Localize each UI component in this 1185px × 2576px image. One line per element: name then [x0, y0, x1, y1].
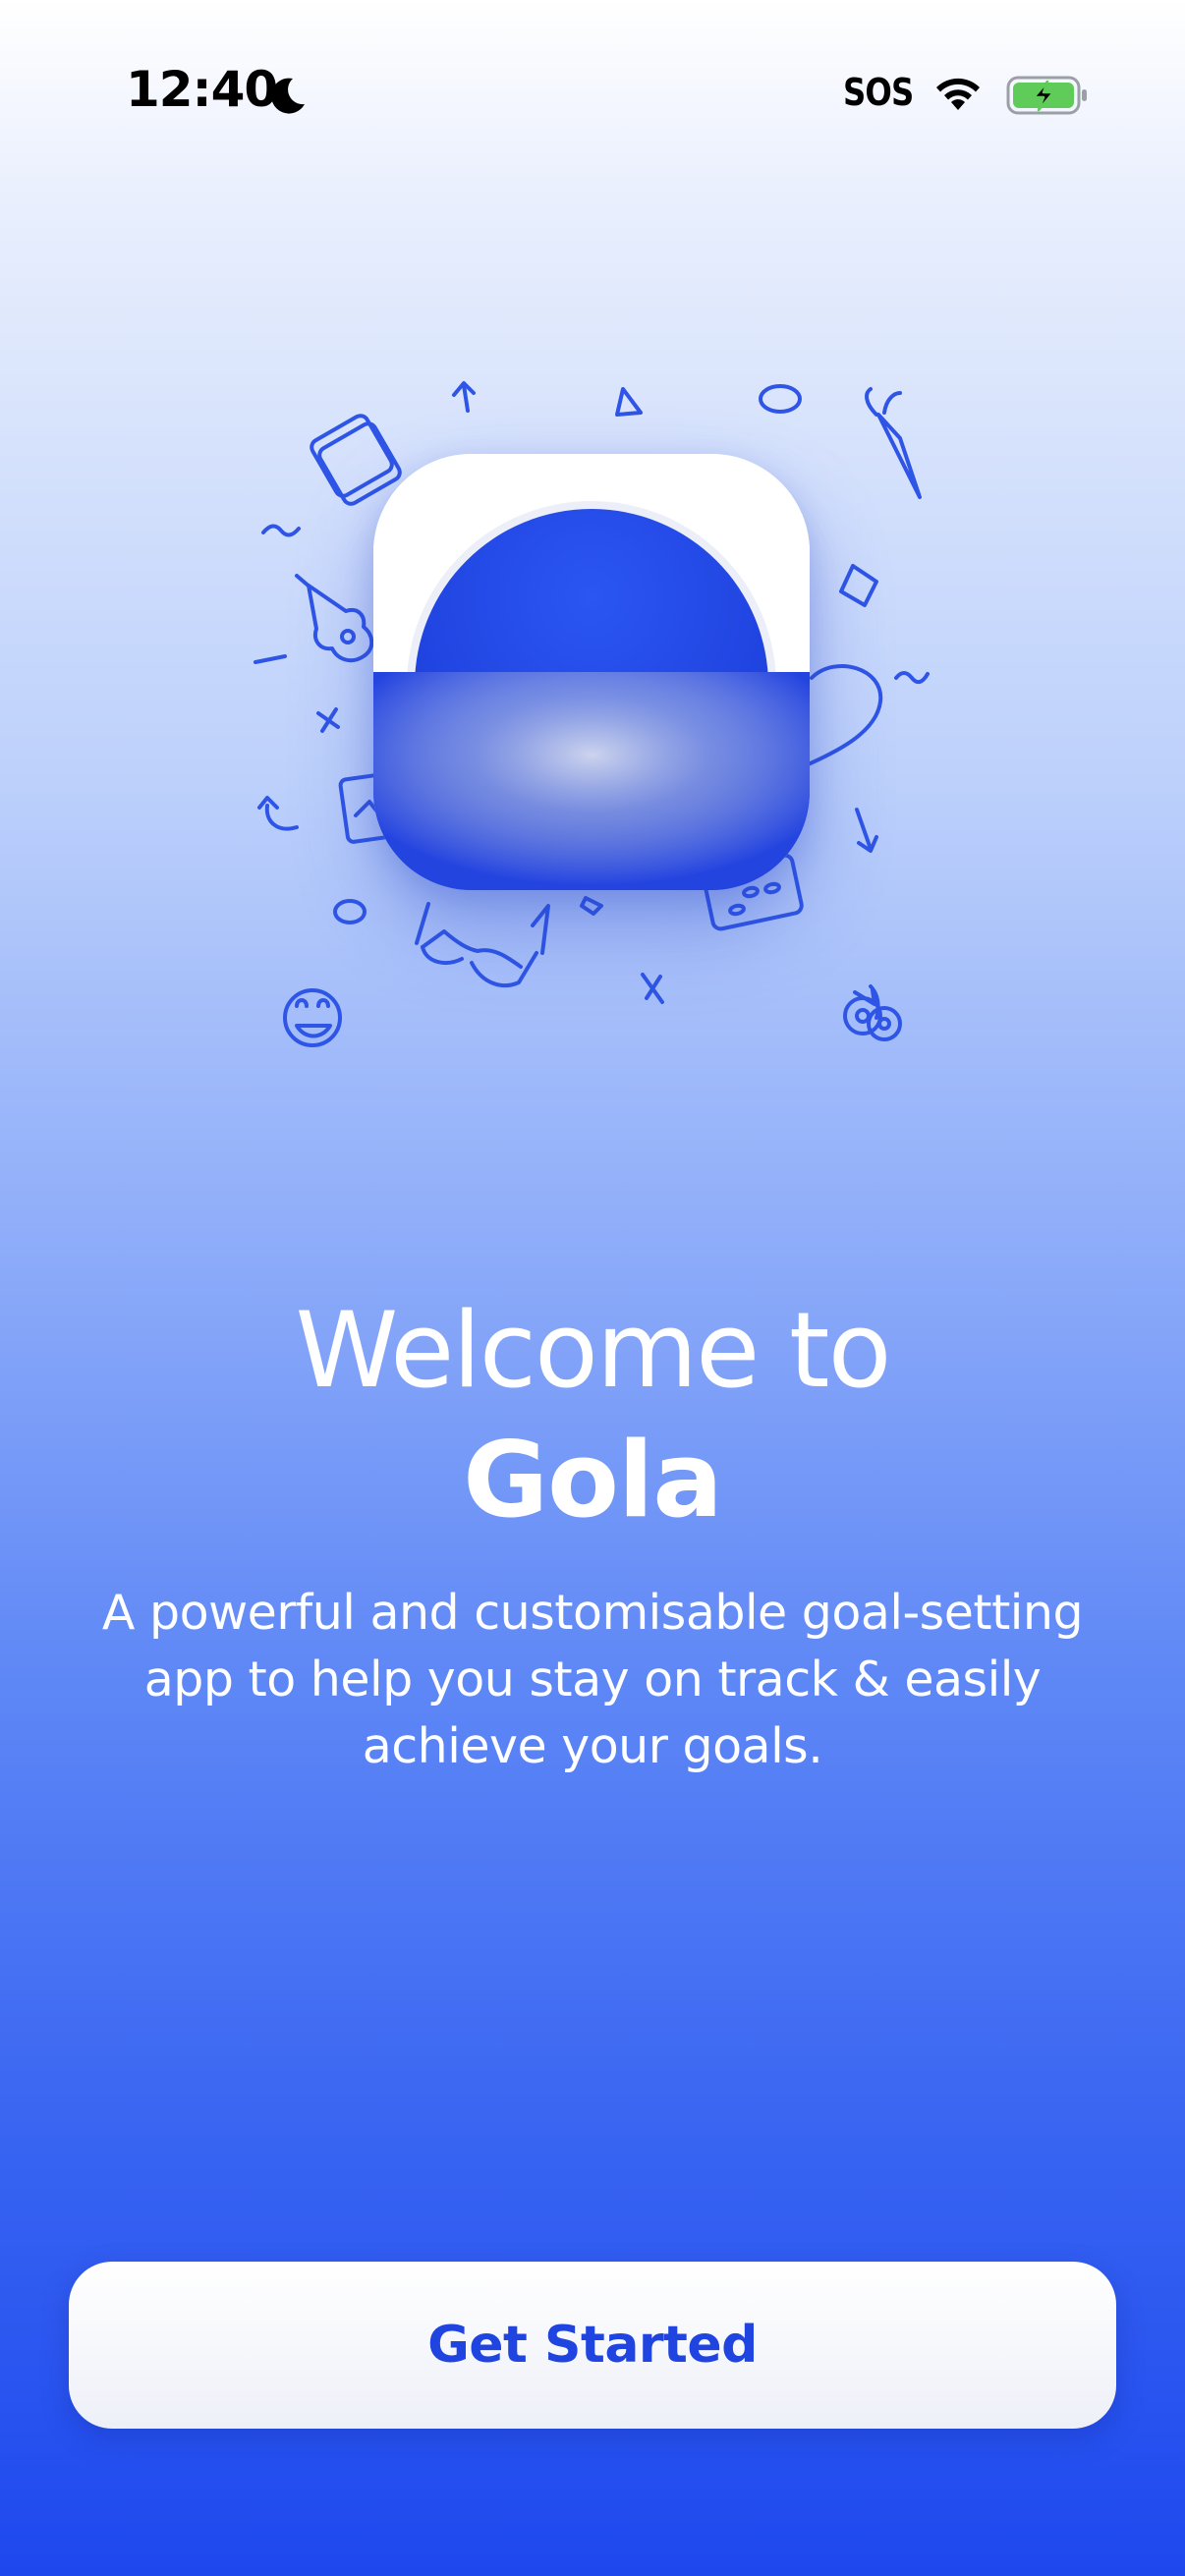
sos-label: SOS	[843, 71, 914, 114]
wifi-icon	[936, 78, 980, 110]
smiley-icon	[283, 988, 342, 1047]
curved-arrow-icon	[257, 796, 299, 831]
status-time: 12:40	[126, 61, 278, 118]
app-description: A powerful and customisable goal-setting…	[101, 1585, 1084, 1774]
gola-app-icon	[373, 454, 810, 890]
status-bar: 12:40 SOS	[0, 0, 1185, 196]
guitar-icon	[295, 574, 374, 663]
triangle-icon	[615, 387, 643, 417]
app-icon-artwork	[373, 454, 810, 890]
hero-illustration	[236, 354, 949, 1061]
moon-icon	[271, 78, 305, 114]
welcome-title: Welcome to	[295, 1290, 892, 1411]
squiggle-icon	[261, 524, 301, 537]
small-oval-icon	[333, 899, 367, 924]
diamond-icon	[839, 564, 878, 607]
squiggle-icon	[894, 671, 930, 685]
cross-icon	[316, 707, 340, 733]
arrow-up-icon	[452, 381, 476, 413]
small-diamond-icon	[580, 896, 603, 916]
cross-icon	[641, 973, 664, 1004]
app-name: Gola	[463, 1420, 723, 1540]
carrot-icon	[865, 387, 922, 499]
oval-icon	[759, 384, 802, 414]
get-started-label: Get Started	[427, 2316, 758, 2375]
bicycle-icon	[843, 984, 902, 1041]
dash-icon	[254, 654, 287, 664]
get-started-button[interactable]: Get Started	[69, 2262, 1116, 2429]
glasses-icon	[415, 902, 550, 988]
battery-charging-icon	[1006, 76, 1087, 115]
arrow-down-icon	[855, 808, 878, 853]
